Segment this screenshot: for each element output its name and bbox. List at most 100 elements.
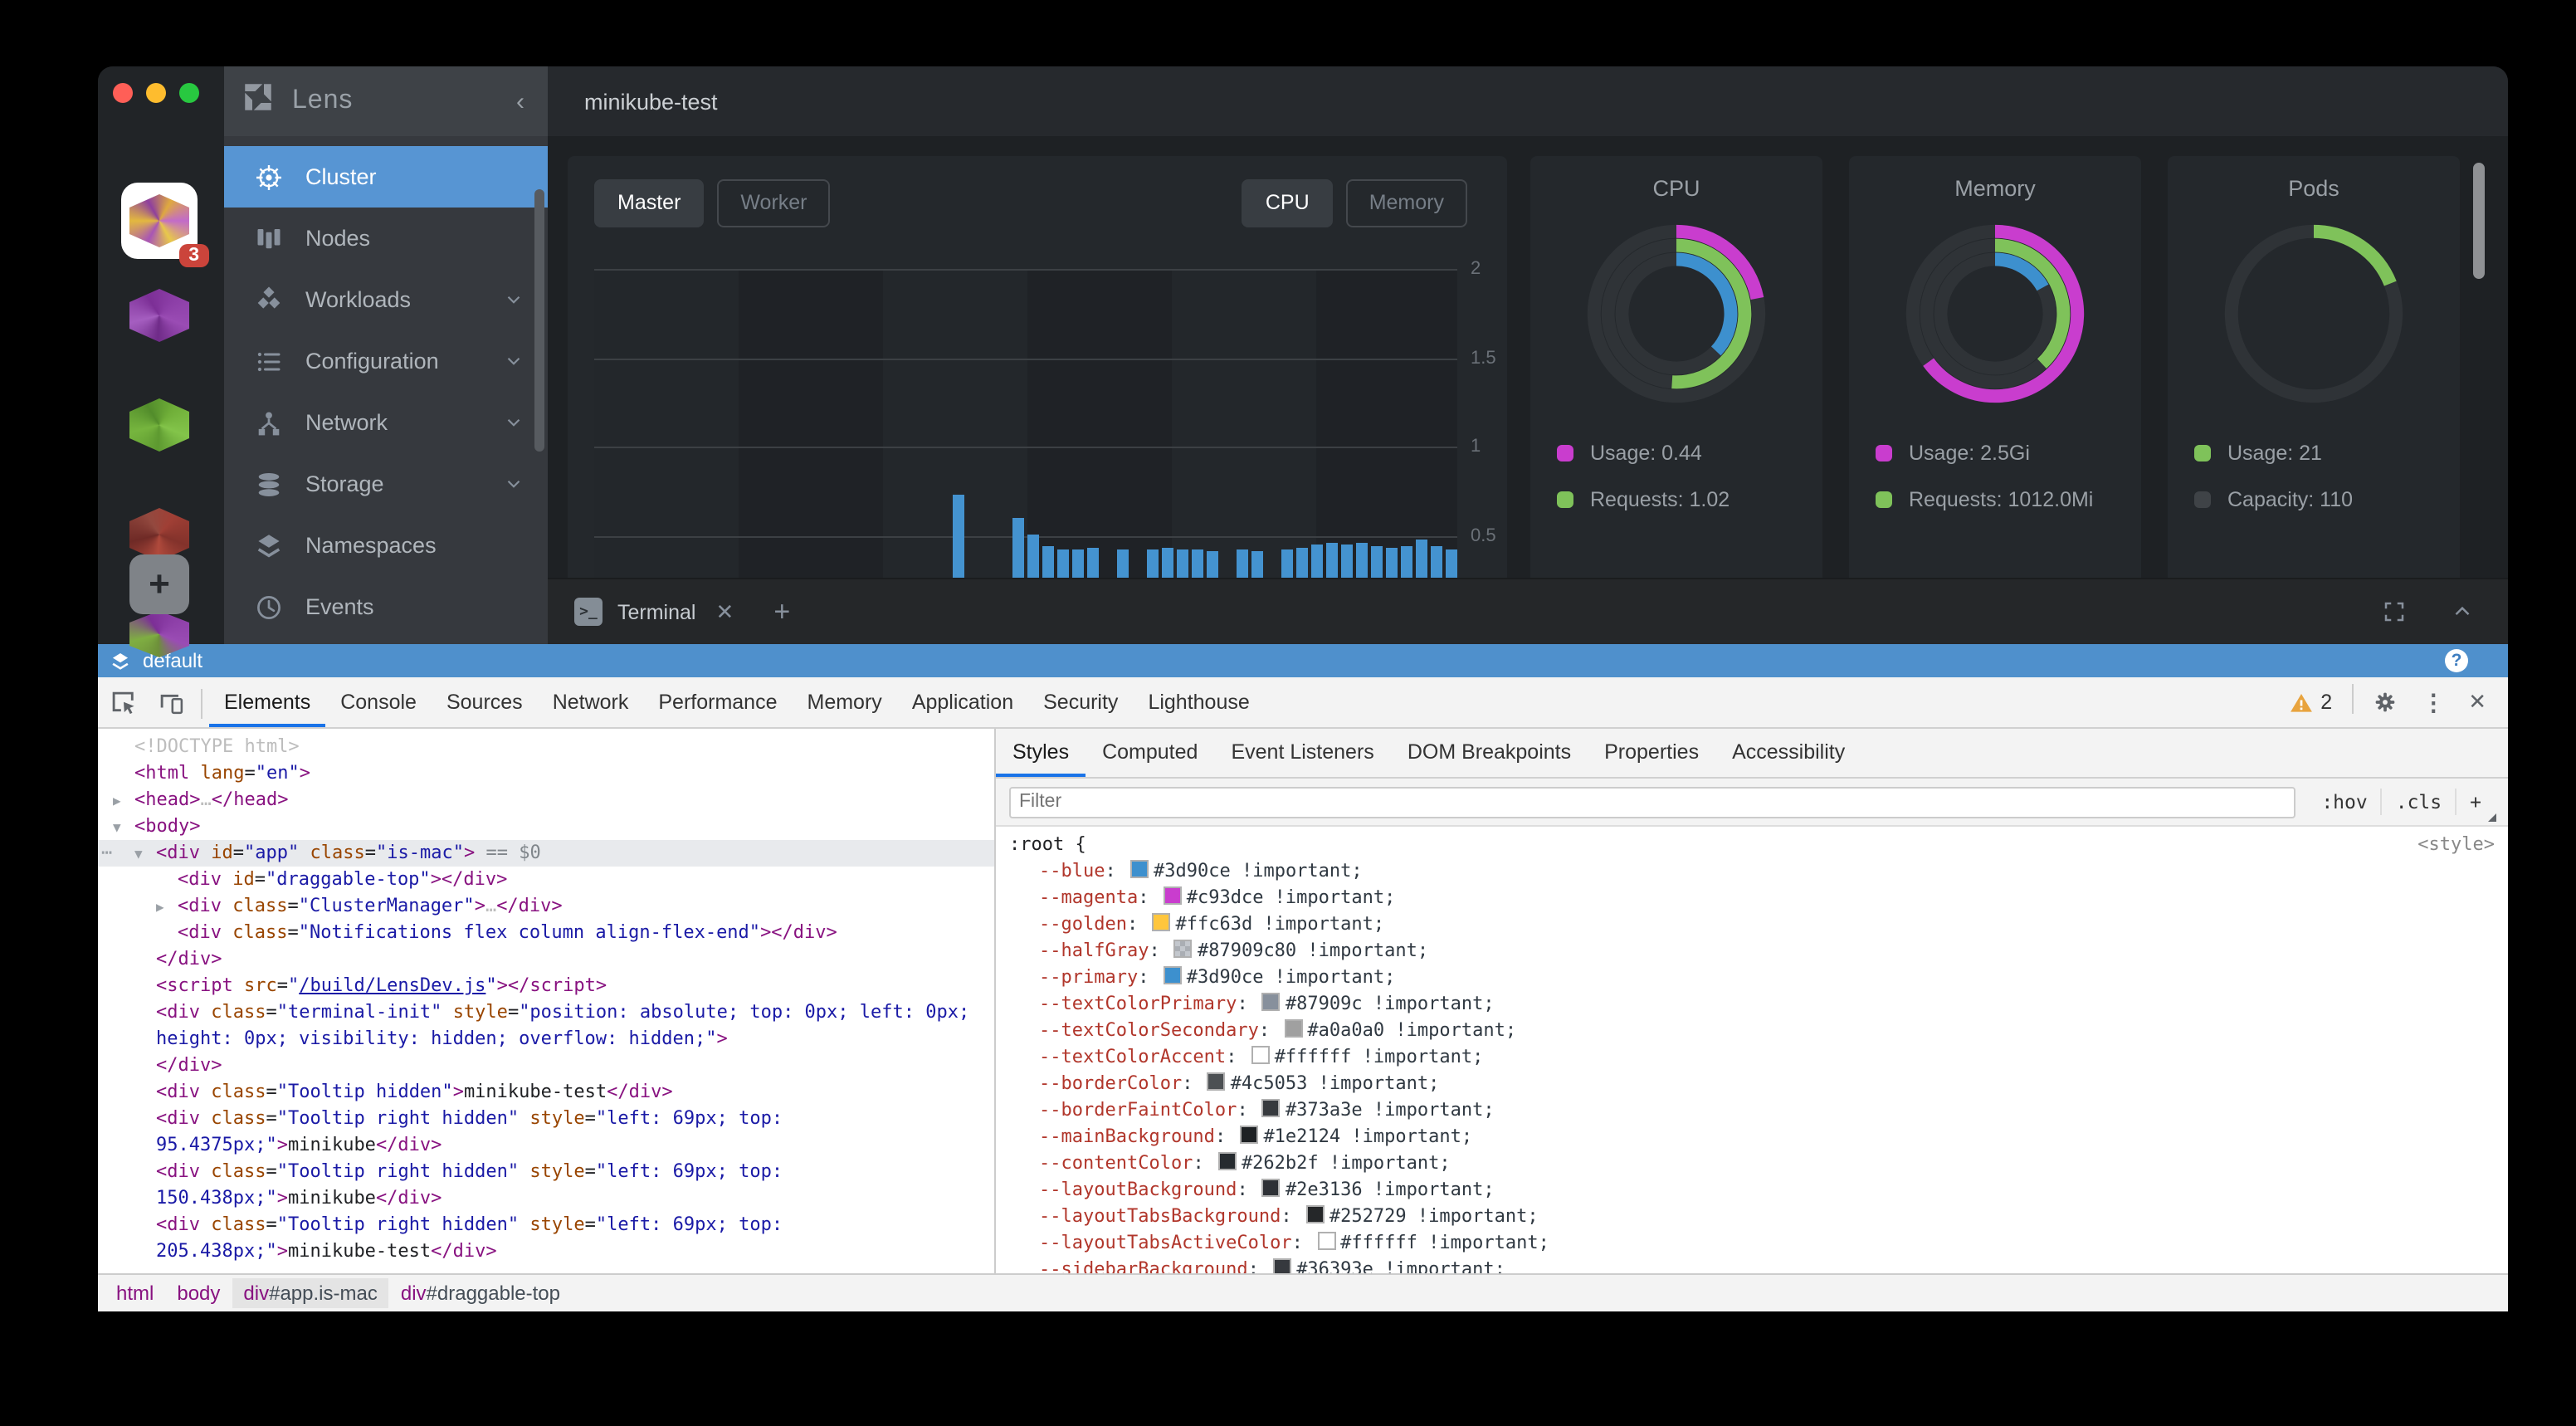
dom-node[interactable]: <script src="/build/LensDev.js"></script…: [98, 973, 994, 999]
styles-tab-dom-breakpoints[interactable]: DOM Breakpoints: [1391, 729, 1588, 777]
dom-node[interactable]: <div class="Tooltip right hidden" style=…: [98, 1106, 994, 1159]
dom-node[interactable]: <div class="Tooltip right hidden" style=…: [98, 1212, 994, 1265]
breadcrumb-item-div#draggable-top[interactable]: div#draggable-top: [389, 1278, 572, 1308]
node-toggle-worker-button[interactable]: Worker: [717, 179, 830, 227]
css-variable-row[interactable]: --magenta: #c93dce !important;: [1009, 885, 2495, 911]
dom-node[interactable]: <!DOCTYPE html>: [98, 734, 994, 760]
devtools-tab-sources[interactable]: Sources: [432, 679, 538, 727]
toggle-cls-button[interactable]: .cls: [2381, 789, 2455, 815]
terminal-collapse-icon[interactable]: [2450, 599, 2475, 624]
sidebar-item-cluster[interactable]: Cluster: [224, 146, 548, 208]
css-variable-row[interactable]: --textColorPrimary: #87909c !important;: [1009, 991, 2495, 1018]
css-variable-row[interactable]: --halfGray: #87909c80 !important;: [1009, 938, 2495, 965]
color-swatch[interactable]: [1240, 1126, 1258, 1144]
styles-tab-styles[interactable]: Styles: [996, 729, 1086, 777]
breadcrumb-item-body[interactable]: body: [165, 1278, 232, 1308]
color-swatch[interactable]: [1174, 940, 1193, 958]
metric-toggle-memory-button[interactable]: Memory: [1346, 179, 1467, 227]
sidebar-scrollbar[interactable]: [534, 189, 544, 452]
toggle-hov-button[interactable]: :hov: [2308, 789, 2380, 815]
sidebar-item-nodes[interactable]: Nodes: [224, 208, 548, 269]
css-variable-row[interactable]: --blue: #3d90ce !important;: [1009, 858, 2495, 885]
window-zoom-button[interactable]: [179, 83, 199, 103]
dom-node-selected[interactable]: ⋯▼<div id="app" class="is-mac"> == $0: [98, 840, 994, 867]
chevron-down-icon[interactable]: [503, 350, 524, 372]
breadcrumb-item-div#app.is-mac[interactable]: div#app.is-mac: [232, 1278, 388, 1308]
devtools-tab-security[interactable]: Security: [1028, 679, 1133, 727]
styles-tab-computed[interactable]: Computed: [1086, 729, 1214, 777]
dom-node[interactable]: <div id="draggable-top"></div>: [98, 867, 994, 893]
sidebar-item-network[interactable]: Network: [224, 392, 548, 453]
dom-node[interactable]: ▼<body>: [98, 813, 994, 840]
expand-arrow-closed-icon[interactable]: ▶: [156, 895, 164, 921]
sidebar-item-storage[interactable]: Storage: [224, 453, 548, 515]
css-variable-row[interactable]: --mainBackground: #1e2124 !important;: [1009, 1124, 2495, 1150]
color-swatch[interactable]: [1208, 1072, 1226, 1091]
console-warnings-badge[interactable]: 2: [2289, 690, 2332, 715]
inspect-element-icon[interactable]: [108, 687, 141, 720]
window-close-button[interactable]: [113, 83, 133, 103]
cluster-icon-green[interactable]: [129, 398, 189, 452]
css-variable-row[interactable]: --layoutTabsActiveColor: #ffffff !import…: [1009, 1230, 2495, 1257]
css-variable-row[interactable]: --textColorSecondary: #a0a0a0 !important…: [1009, 1018, 2495, 1044]
color-swatch[interactable]: [1164, 886, 1182, 905]
more-options-icon[interactable]: ⋮: [2422, 688, 2445, 716]
dom-node[interactable]: </div>: [98, 1052, 994, 1079]
terminal-tab[interactable]: Terminal: [617, 600, 696, 623]
color-swatch[interactable]: [1130, 860, 1149, 878]
css-variable-row[interactable]: --primary: #3d90ce !important;: [1009, 965, 2495, 991]
color-swatch[interactable]: [1284, 1019, 1302, 1038]
device-toolbar-icon[interactable]: [156, 687, 189, 720]
css-variable-row[interactable]: --contentColor: #262b2f !important;: [1009, 1150, 2495, 1177]
sidebar-item-namespaces[interactable]: Namespaces: [224, 515, 548, 576]
css-variable-row[interactable]: --textColorAccent: #ffffff !important;: [1009, 1044, 2495, 1071]
cluster-icon-purple-green[interactable]: [129, 611, 189, 657]
elements-tree[interactable]: <!DOCTYPE html><html lang="en">▶<head>…<…: [98, 729, 996, 1273]
terminal-add-icon[interactable]: +: [773, 595, 790, 628]
css-variable-row[interactable]: --golden: #ffc63d !important;: [1009, 911, 2495, 938]
devtools-close-icon[interactable]: ✕: [2468, 689, 2486, 715]
color-swatch[interactable]: [1262, 1099, 1281, 1117]
window-minimize-button[interactable]: [146, 83, 166, 103]
help-button[interactable]: ?: [2445, 649, 2468, 672]
styles-rules[interactable]: <style> :root { --blue: #3d90ce !importa…: [996, 827, 2508, 1273]
settings-gear-icon[interactable]: [2372, 689, 2398, 715]
devtools-tab-application[interactable]: Application: [897, 679, 1028, 727]
styles-filter-input[interactable]: [1009, 786, 2295, 818]
chevron-down-icon[interactable]: [503, 412, 524, 433]
dom-node[interactable]: ▶<head>…</head>: [98, 787, 994, 813]
devtools-tab-network[interactable]: Network: [538, 679, 644, 727]
devtools-tab-console[interactable]: Console: [325, 679, 432, 727]
add-cluster-button[interactable]: +: [129, 554, 189, 614]
sidebar-item-workloads[interactable]: Workloads: [224, 269, 548, 330]
color-swatch[interactable]: [1273, 1258, 1291, 1273]
color-swatch[interactable]: [1251, 1046, 1270, 1064]
color-swatch[interactable]: [1218, 1152, 1237, 1170]
dom-node[interactable]: <div class="Tooltip hidden">minikube-tes…: [98, 1079, 994, 1106]
dom-node[interactable]: <div class="Notifications flex column al…: [98, 920, 994, 946]
color-swatch[interactable]: [1317, 1232, 1335, 1250]
css-variable-row[interactable]: --layoutBackground: #2e3136 !important;: [1009, 1177, 2495, 1204]
color-swatch[interactable]: [1262, 1179, 1281, 1197]
css-variable-row[interactable]: --borderColor: #4c5053 !important;: [1009, 1071, 2495, 1097]
styles-tab-accessibility[interactable]: Accessibility: [1715, 729, 1861, 777]
node-menu-icon[interactable]: ⋯: [101, 840, 112, 867]
new-style-rule-button[interactable]: +: [2455, 789, 2495, 815]
chevron-down-icon[interactable]: [503, 289, 524, 310]
terminal-fullscreen-icon[interactable]: [2382, 599, 2407, 624]
cluster-icon-active[interactable]: 3: [121, 183, 198, 259]
css-variable-row[interactable]: --borderFaintColor: #373a3e !important;: [1009, 1097, 2495, 1124]
devtools-tab-lighthouse[interactable]: Lighthouse: [1133, 679, 1264, 727]
expand-arrow-closed-icon[interactable]: ▶: [113, 789, 121, 815]
devtools-tab-memory[interactable]: Memory: [793, 679, 897, 727]
css-variable-row[interactable]: --layoutTabsBackground: #252729 !importa…: [1009, 1204, 2495, 1230]
color-swatch[interactable]: [1262, 993, 1281, 1011]
devtools-tab-elements[interactable]: Elements: [209, 679, 325, 727]
content-scrollbar[interactable]: [2473, 163, 2485, 279]
dom-node[interactable]: ▶<div class="ClusterManager">…</div>: [98, 893, 994, 920]
sidebar-item-configuration[interactable]: Configuration: [224, 330, 548, 392]
cluster-icon-red[interactable]: [129, 508, 189, 561]
color-swatch[interactable]: [1152, 913, 1170, 931]
styles-tab-event-listeners[interactable]: Event Listeners: [1214, 729, 1390, 777]
metric-toggle-cpu-button[interactable]: CPU: [1242, 179, 1333, 227]
